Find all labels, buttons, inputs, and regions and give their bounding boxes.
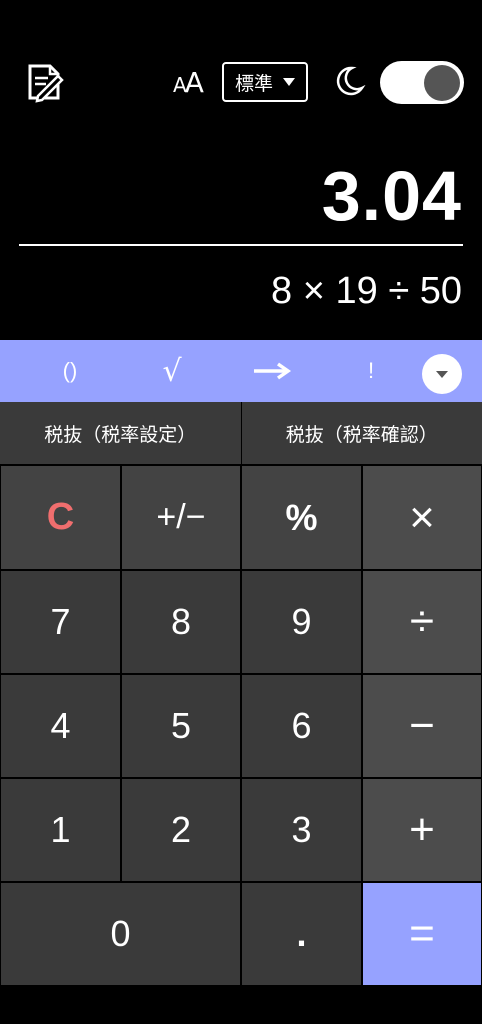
digit-8-button[interactable]: 8 [121,570,241,674]
decimal-button[interactable]: . [241,882,362,986]
digit-4-button[interactable]: 4 [0,674,121,778]
equals-button[interactable]: = [362,882,482,986]
factorial-key[interactable]: ! [341,340,401,402]
note-edit-icon[interactable] [22,60,66,104]
keypad: C +/− % × 7 8 9 ÷ 4 5 6 − 1 2 3 + 0 . = [0,465,482,986]
arrow-key[interactable] [240,340,304,402]
mode-dropdown-value: 標準 [234,72,273,95]
percent-button[interactable]: % [241,465,362,570]
digit-9-button[interactable]: 9 [241,570,362,674]
font-size-large-a: A [184,66,204,99]
font-size-small-a: A [173,73,187,97]
digit-6-button[interactable]: 6 [241,674,362,778]
font-size-button[interactable]: AA [173,66,204,99]
top-toolbar: AA 標準 [0,0,482,170]
bottom-bar [0,986,482,1024]
mode-dropdown[interactable]: 標準 [222,62,308,102]
digit-0-button[interactable]: 0 [0,882,241,986]
parentheses-key[interactable]: () [40,340,100,402]
multiply-button[interactable]: × [362,465,482,570]
divide-button[interactable]: ÷ [362,570,482,674]
tax-row: 税抜（税率設定） 税抜（税率確認） [0,402,482,465]
minus-button[interactable]: − [362,674,482,778]
tax-rate-check-button[interactable]: 税抜（税率確認） [241,402,482,465]
plus-minus-button[interactable]: +/− [121,465,241,570]
expression-display: 8 × 19 ÷ 50 [271,270,462,312]
moon-icon [332,64,366,98]
plus-button[interactable]: + [362,778,482,882]
dark-mode-toggle[interactable] [380,61,464,104]
function-bar: () √ ! [0,340,482,402]
toggle-knob [424,64,460,101]
sqrt-key[interactable]: √ [142,340,202,402]
right-arrow-icon [254,362,292,380]
digit-2-button[interactable]: 2 [121,778,241,882]
tax-rate-setting-button[interactable]: 税抜（税率設定） [0,402,242,465]
chevron-down-icon [436,370,448,378]
digit-1-button[interactable]: 1 [0,778,121,882]
digit-3-button[interactable]: 3 [241,778,362,882]
clear-button[interactable]: C [0,465,121,570]
digit-5-button[interactable]: 5 [121,674,241,778]
digit-7-button[interactable]: 7 [0,570,121,674]
expand-button[interactable] [422,354,462,394]
dropdown-caret-icon [283,78,295,86]
display-divider [19,244,463,246]
result-display: 3.04 [321,157,462,235]
